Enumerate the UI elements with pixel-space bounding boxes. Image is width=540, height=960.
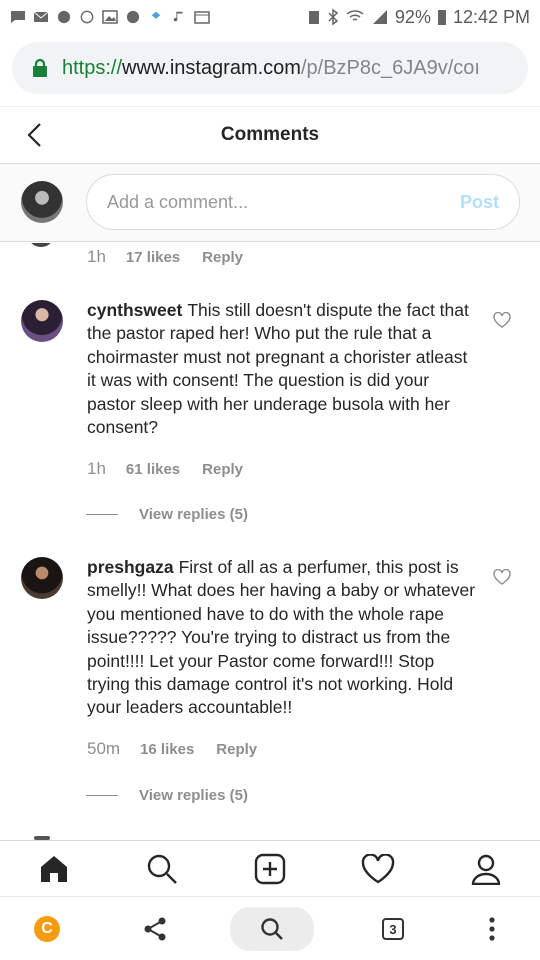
- comment-username[interactable]: preshgaza: [87, 557, 174, 577]
- comment-body: preshgaza First of all as a perfumer, thi…: [87, 556, 477, 720]
- signal-icon: [372, 10, 387, 24]
- dropbox-icon: [151, 11, 161, 19]
- comment-time: 50m: [87, 739, 121, 758]
- avatar: [21, 181, 63, 223]
- divider: [86, 514, 118, 515]
- message-icon: [11, 11, 25, 23]
- comment-input[interactable]: [86, 174, 520, 230]
- comment-time: 1h: [87, 247, 106, 266]
- wifi-icon: [346, 10, 364, 21]
- whatsapp-icon: [57, 10, 71, 24]
- lock-icon: [33, 58, 47, 77]
- view-replies-button[interactable]: View replies (5): [86, 506, 248, 523]
- search-icon: [261, 918, 283, 940]
- address-bar[interactable]: https://www.instagram.com/p/BzP8c_6JA9v/…: [12, 42, 528, 94]
- url-scheme: https://: [62, 56, 123, 79]
- like-heart-icon[interactable]: [493, 312, 511, 328]
- nav-profile[interactable]: [468, 851, 504, 887]
- tab-count: 3: [382, 918, 404, 940]
- view-replies-label: View replies (5): [139, 787, 248, 804]
- bluetooth-icon: [328, 8, 339, 26]
- comment-composer: Post: [0, 164, 540, 242]
- comment-meta: 50m 16 likes Reply: [87, 739, 257, 759]
- like-count[interactable]: 17 likes: [126, 249, 180, 266]
- whatsapp-outline-icon: [80, 10, 94, 24]
- reply-button[interactable]: Reply: [216, 741, 257, 758]
- music-icon: [173, 11, 183, 22]
- battery-percent: 92%: [394, 6, 431, 27]
- browser-search-button[interactable]: [230, 907, 314, 951]
- url-path: /p/BzP8c_6JA9v/coı: [300, 56, 480, 79]
- home-icon: [41, 855, 67, 882]
- system-status: 92% 12:42 PM: [307, 7, 530, 28]
- nav-activity[interactable]: [360, 851, 396, 887]
- divider: [86, 795, 118, 796]
- heart-icon: [361, 853, 395, 883]
- comment-list: 1h 17 likes Reply cynthsweet This still d…: [0, 243, 540, 840]
- comment-text: This still doesn't dispute the fact that…: [87, 300, 469, 438]
- alarm-icon: [308, 11, 319, 24]
- nav-search[interactable]: [144, 851, 180, 887]
- share-icon: [144, 917, 166, 941]
- add-post-icon: [254, 853, 286, 884]
- avatar[interactable]: [21, 557, 63, 599]
- comment-time: 1h: [87, 459, 106, 478]
- email-icon: [33, 11, 49, 22]
- avatar: [28, 243, 54, 247]
- share-button[interactable]: [140, 909, 170, 949]
- view-replies-button[interactable]: View replies (5): [86, 787, 248, 804]
- page-title: Comments: [220, 124, 320, 145]
- post-button[interactable]: Post: [460, 192, 499, 213]
- calendar-icon: [194, 11, 210, 24]
- instagram-nav-bar: [0, 840, 540, 896]
- browser-home-button[interactable]: C: [32, 909, 62, 949]
- browser-logo-icon: C: [34, 916, 60, 942]
- browser-bottom-bar: C 3: [0, 896, 540, 960]
- comment-text: First of all as a perfumer, this post is…: [87, 557, 476, 718]
- reply-button[interactable]: Reply: [202, 249, 243, 266]
- nav-home[interactable]: [36, 851, 72, 887]
- back-arrow-icon[interactable]: [24, 121, 48, 149]
- gallery-icon: [102, 10, 118, 24]
- overflow-menu-button[interactable]: [480, 909, 504, 949]
- url-host: www.instagram.com: [122, 56, 301, 79]
- like-heart-icon[interactable]: [493, 569, 511, 585]
- comment-username[interactable]: cynthsweet: [87, 300, 182, 320]
- comment-body: cynthsweet This still doesn't dispute the…: [87, 299, 477, 439]
- browser-toolbar: https://www.instagram.com/p/BzP8c_6JA9v/…: [0, 34, 540, 106]
- battery-icon: [437, 10, 446, 25]
- search-icon: [147, 854, 177, 884]
- status-bar: 92% 12:42 PM: [0, 0, 540, 34]
- clock: 12:42 PM: [452, 6, 530, 27]
- tabs-button[interactable]: 3: [378, 909, 408, 949]
- avatar[interactable]: [21, 300, 63, 342]
- more-vertical-icon: [489, 917, 495, 941]
- like-count[interactable]: 16 likes: [140, 741, 194, 758]
- comment-meta: 1h 61 likes Reply: [87, 459, 243, 479]
- like-count[interactable]: 61 likes: [126, 461, 180, 478]
- comment-meta: 1h 17 likes Reply: [87, 247, 243, 267]
- nav-new-post[interactable]: [252, 851, 288, 887]
- notification-icons: [10, 10, 210, 24]
- messenger-icon: [126, 10, 140, 24]
- comments-header: Comments: [0, 106, 540, 164]
- reply-button[interactable]: Reply: [202, 461, 243, 478]
- profile-icon: [471, 854, 501, 885]
- view-replies-label: View replies (5): [139, 506, 248, 523]
